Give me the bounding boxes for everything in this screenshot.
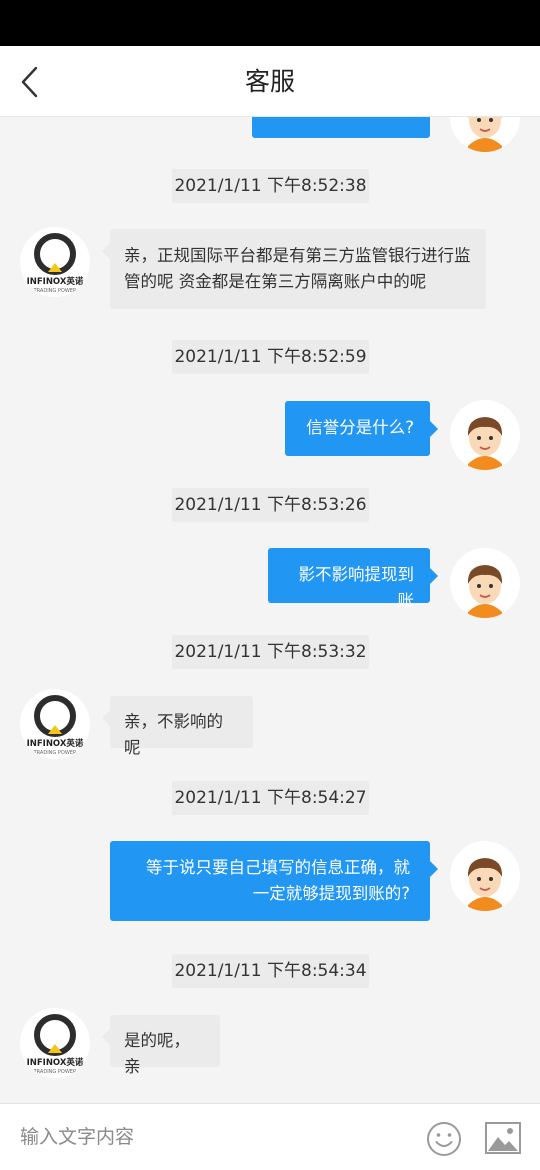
- image-button[interactable]: [484, 1121, 522, 1155]
- message-timestamp: 2021/1/11 下午8:54:27: [172, 781, 369, 815]
- logo-brand: INFINOX英诺: [27, 1057, 84, 1068]
- bubble-tail: [102, 243, 110, 259]
- infinox-logo-icon: INFINOX英诺 TRADING POWER: [27, 233, 84, 294]
- message-text: 是的呢，亲: [124, 1031, 190, 1076]
- chat-page: 客服 2021/1/11 下午8:52:38 INFINOX英诺 TRADING…: [0, 0, 540, 1170]
- user-avatar: [450, 117, 520, 152]
- message-timestamp: 2021/1/11 下午8:52:59: [172, 340, 369, 374]
- page-title: 客服: [244, 67, 295, 96]
- user-avatar: [450, 400, 520, 470]
- header: 客服: [0, 46, 540, 117]
- message-timestamp: 2021/1/11 下午8:52:38: [172, 169, 369, 203]
- message-list[interactable]: 2021/1/11 下午8:52:38 INFINOX英诺 TRADING PO…: [0, 117, 540, 1103]
- bubble-tail: [430, 861, 438, 877]
- user-avatar: [450, 841, 520, 911]
- message-text: 亲，正规国际平台都是有第三方监管银行进行监管的呢 资金都是在第三方隔离账户中的呢: [124, 246, 471, 291]
- message-bubble: 影不影响提现到账: [268, 548, 438, 610]
- image-icon: [485, 1122, 521, 1154]
- message-bubble: 亲，不影响的呢: [102, 696, 253, 757]
- logo-brand: INFINOX英诺: [27, 276, 84, 287]
- infinox-logo-icon: INFINOX英诺 TRADING POWER: [27, 1014, 84, 1075]
- infinox-logo-icon: INFINOX英诺 TRADING POWER: [27, 695, 84, 756]
- message-text: 等于说只要自己填写的信息正确，就一定就够提现到账的?: [146, 858, 410, 903]
- message-timestamp: 2021/1/11 下午8:53:32: [172, 635, 369, 669]
- agent-avatar: INFINOX英诺 TRADING POWER: [20, 689, 90, 759]
- message-text: 亲，不影响的呢: [124, 712, 223, 757]
- message-bubble: 亲，正规国际平台都是有第三方监管银行进行监管的呢 资金都是在第三方隔离账户中的呢: [102, 229, 486, 309]
- bubble-tail: [102, 710, 110, 726]
- message-timestamp: 2021/1/11 下午8:53:26: [172, 488, 369, 522]
- status-bar: [0, 0, 540, 46]
- logo-brand: INFINOX英诺: [27, 738, 84, 749]
- message-text: 影不影响提现到账: [298, 565, 415, 610]
- message-bubble: 是的呢，亲: [102, 1015, 220, 1076]
- user-avatar-icon: [467, 417, 503, 470]
- logo-tagline: TRADING POWER: [33, 288, 77, 294]
- logo-tagline: TRADING POWER: [33, 750, 77, 756]
- bubble-tail: [102, 1029, 110, 1045]
- input-bar: [0, 1103, 540, 1170]
- message-bubble-partial: [252, 117, 430, 138]
- message-text: 信誉分是什么?: [306, 418, 414, 437]
- message-input[interactable]: [20, 1116, 400, 1158]
- agent-avatar: INFINOX英诺 TRADING POWER: [20, 227, 90, 297]
- bubble-tail: [430, 421, 438, 437]
- user-avatar-icon: [467, 565, 503, 618]
- logo-tagline: TRADING POWER: [33, 1069, 77, 1075]
- user-avatar-icon: [467, 117, 503, 152]
- user-avatar: [450, 548, 520, 618]
- smiley-icon: [427, 1122, 461, 1156]
- user-avatar-icon: [467, 858, 503, 911]
- bubble-tail: [430, 568, 438, 584]
- message-timestamp: 2021/1/11 下午8:54:34: [172, 954, 369, 988]
- agent-avatar: INFINOX英诺 TRADING POWER: [20, 1008, 90, 1078]
- message-bubble: 信誉分是什么?: [285, 401, 438, 456]
- emoji-button[interactable]: [425, 1120, 463, 1158]
- message-bubble: 等于说只要自己填写的信息正确，就一定就够提现到账的?: [110, 841, 438, 921]
